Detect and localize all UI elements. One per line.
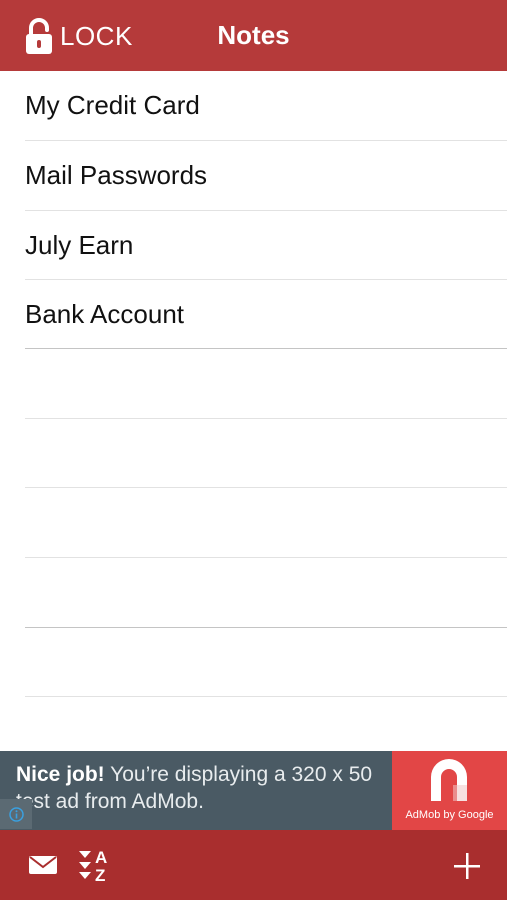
- lock-button[interactable]: LOCK: [24, 16, 133, 56]
- note-item-my-credit-card[interactable]: My Credit Card: [0, 71, 507, 140]
- admob-caption: AdMob by Google: [405, 809, 494, 821]
- sort-az-icon: A Z: [79, 848, 107, 885]
- sort-button[interactable]: A Z: [76, 846, 114, 885]
- admob-logo-panel[interactable]: AdMob by Google: [392, 751, 507, 830]
- ad-headline: Nice job!: [16, 763, 105, 786]
- note-title: Mail Passwords: [25, 160, 208, 190]
- svg-text:A: A: [95, 848, 107, 867]
- empty-row-divider: [25, 557, 507, 558]
- note-item-july-earn[interactable]: July Earn: [0, 211, 507, 280]
- note-item-bank-account[interactable]: Bank Account: [0, 280, 507, 349]
- ad-banner[interactable]: Nice job! You’re displaying a 320 x 50 t…: [0, 751, 507, 830]
- lock-icon: [26, 18, 52, 54]
- plus-icon: [454, 853, 480, 879]
- note-title: Bank Account: [25, 299, 184, 329]
- notes-list: My Credit Card Mail Passwords July Earn …: [0, 71, 507, 751]
- ad-info-button[interactable]: [0, 799, 32, 829]
- empty-row-divider: [25, 627, 507, 628]
- ad-text: Nice job! You’re displaying a 320 x 50 t…: [16, 761, 386, 815]
- note-title: July Earn: [25, 230, 134, 260]
- admob-logo-icon: [431, 759, 467, 801]
- empty-row-divider: [25, 418, 507, 419]
- empty-row-divider: [25, 487, 507, 488]
- empty-row-divider: [25, 696, 507, 697]
- add-note-button[interactable]: [452, 851, 482, 881]
- lock-label: LOCK: [60, 20, 133, 51]
- row-divider: [25, 348, 507, 349]
- note-item-mail-passwords[interactable]: Mail Passwords: [0, 141, 507, 210]
- note-title: My Credit Card: [25, 90, 200, 120]
- mail-button[interactable]: [28, 854, 60, 878]
- info-icon: [9, 807, 24, 822]
- navigation-bar: LOCK Notes: [0, 0, 507, 71]
- bottom-toolbar: A Z: [0, 830, 507, 900]
- svg-text:Z: Z: [95, 866, 105, 884]
- mail-icon: [29, 856, 57, 874]
